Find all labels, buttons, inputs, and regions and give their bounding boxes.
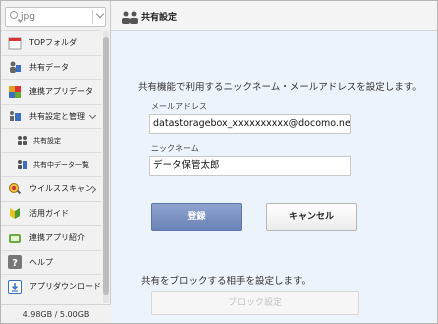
sidebar-item-help[interactable]: ? ヘルプ xyxy=(1,249,101,275)
email-field[interactable]: datastoragebox_xxxxxxxxxx@docomo.ne.jp xyxy=(149,114,351,134)
settings-description: 共有機能で利用するニックネーム・メールアドレスを設定します。 xyxy=(138,82,422,93)
sidebar-item-label: 連携アプリデータ xyxy=(29,87,93,97)
sidebar-item-linked-app-data[interactable]: 連携アプリデータ xyxy=(1,79,101,104)
sidebar-nav: TOPフォルダ 共有データ 連携アプリデータ 共有設定と管理 共有設定 共有中デ… xyxy=(1,30,101,299)
sidebar: TOPフォルダ 共有データ 連携アプリデータ 共有設定と管理 共有設定 xyxy=(1,1,111,323)
sidebar-item-label: ヘルプ xyxy=(29,257,53,267)
sidebar-item-label: 活用ガイド xyxy=(29,208,69,218)
nickname-label: ニックネーム xyxy=(151,144,199,153)
sidebar-scrollbar-thumb[interactable] xyxy=(103,37,109,295)
guide-icon xyxy=(8,206,22,220)
svg-text:?: ? xyxy=(12,258,18,269)
sidebar-item-label: 共有データ xyxy=(29,62,69,72)
sidebar-item-guide[interactable]: 活用ガイド xyxy=(1,200,101,226)
storage-usage: 4.98GB / 5.00GB xyxy=(1,304,111,323)
folder-icon xyxy=(8,36,22,50)
block-description: 共有をブロックする相手を設定します。 xyxy=(141,276,312,287)
sidebar-item-app-intro[interactable]: 連携アプリ紹介 xyxy=(1,225,101,250)
email-label: メールアドレス xyxy=(151,102,207,111)
sidebar-item-label: ウイルススキャン xyxy=(29,184,93,194)
share-settings-icon xyxy=(8,109,22,123)
sidebar-item-label: 連携アプリ紹介 xyxy=(29,233,85,243)
sidebar-item-app-download[interactable]: アプリダウンロード xyxy=(1,274,101,299)
sidebar-item-shared-data[interactable]: 共有データ xyxy=(1,54,101,80)
help-icon: ? xyxy=(8,255,22,270)
sidebar-item-share-settings[interactable]: 共有設定と管理 xyxy=(1,103,101,129)
shared-list-icon xyxy=(17,159,28,170)
users-icon xyxy=(17,135,28,146)
block-settings-button[interactable]: ブロック設定 xyxy=(151,291,359,315)
sidebar-item-label: 共有設定 xyxy=(33,136,61,145)
register-button[interactable]: 登録 xyxy=(151,203,242,231)
app-intro-icon xyxy=(8,231,22,245)
download-icon xyxy=(8,279,22,294)
users-icon xyxy=(121,9,139,24)
search-icon xyxy=(10,11,18,19)
sidebar-item-label: 共有中データ一覧 xyxy=(33,160,89,169)
sidebar-item-shared-list[interactable]: 共有中データ一覧 xyxy=(1,152,101,176)
search-box[interactable] xyxy=(5,7,106,27)
sidebar-item-label: TOPフォルダ xyxy=(29,38,78,48)
virus-scan-icon xyxy=(8,182,22,196)
sidebar-item-top-folder[interactable]: TOPフォルダ xyxy=(1,30,101,55)
shared-data-icon xyxy=(8,60,22,74)
main-content: 共有機能で利用するニックネーム・メールアドレスを設定します。 メールアドレス d… xyxy=(111,31,437,323)
chevron-down-icon[interactable] xyxy=(95,9,105,19)
linked-app-data-icon xyxy=(8,85,22,99)
search-input[interactable] xyxy=(21,10,81,24)
sidebar-item-share-config[interactable]: 共有設定 xyxy=(1,128,101,152)
chevron-down-icon xyxy=(88,111,97,119)
page-header: 共有設定 xyxy=(111,1,437,31)
page-title: 共有設定 xyxy=(141,13,178,23)
sidebar-item-virus-scan[interactable]: ウイルススキャン xyxy=(1,176,101,201)
sidebar-item-label: 共有設定と管理 xyxy=(29,111,85,121)
cancel-button[interactable]: キャンセル xyxy=(266,203,357,231)
sidebar-item-label: アプリダウンロード xyxy=(29,282,101,292)
nickname-field[interactable]: データ保管太郎 xyxy=(149,156,351,176)
search-divider xyxy=(92,10,93,24)
